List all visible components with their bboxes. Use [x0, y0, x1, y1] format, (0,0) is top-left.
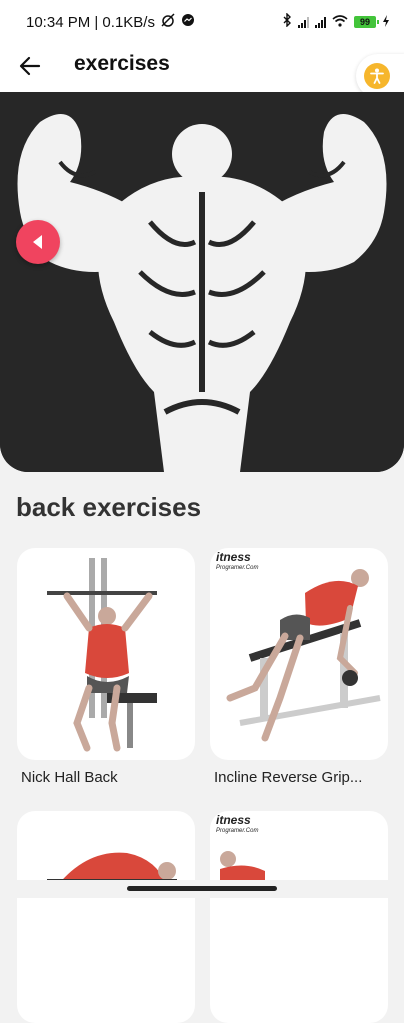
- exercise-thumbnail: [226, 569, 381, 742]
- page-title: exercises: [74, 52, 170, 75]
- status-time-speed: 10:34 PM | 0.1KB/s: [26, 13, 155, 31]
- section-title: back exercises: [16, 492, 202, 522]
- messenger-icon: [181, 13, 195, 31]
- alarm-off-icon: [161, 13, 175, 31]
- home-indicator[interactable]: [127, 886, 277, 891]
- signal-icon-1: [298, 16, 309, 28]
- charging-icon: [382, 14, 390, 31]
- muscle-back-illustration: [0, 92, 404, 472]
- exercise-label[interactable]: Nick Hall Back: [21, 769, 118, 786]
- wifi-icon: [332, 14, 348, 31]
- battery-icon: 99: [354, 16, 379, 28]
- exercise-card[interactable]: itness Programer.Com: [210, 811, 388, 1023]
- exercise-label[interactable]: Incline Reverse Grip...: [214, 769, 362, 786]
- back-button[interactable]: [16, 52, 44, 80]
- exercise-thumbnail: [47, 852, 177, 889]
- exercise-card[interactable]: [17, 811, 195, 1023]
- app-bar: exercises: [0, 44, 404, 98]
- accessibility-icon: [364, 63, 390, 89]
- exercise-card[interactable]: itness Programer.Com: [210, 548, 388, 760]
- exercise-thumbnail: [220, 851, 265, 886]
- status-right: 99: [282, 12, 390, 31]
- signal-icon-2: [315, 16, 326, 28]
- arrow-left-icon: [19, 56, 41, 76]
- exercise-thumbnail: [47, 558, 157, 752]
- triangle-left-icon: [33, 235, 42, 249]
- hero-image: [0, 92, 404, 472]
- bluetooth-icon: [282, 12, 292, 31]
- brand-watermark: itness Programer.Com: [216, 550, 259, 571]
- status-bar: 10:34 PM | 0.1KB/s 99: [0, 0, 404, 44]
- brand-watermark: itness Programer.Com: [216, 813, 259, 834]
- exercise-card[interactable]: [17, 548, 195, 760]
- hero-back-button[interactable]: [16, 220, 60, 264]
- status-left: 10:34 PM | 0.1KB/s: [26, 13, 195, 31]
